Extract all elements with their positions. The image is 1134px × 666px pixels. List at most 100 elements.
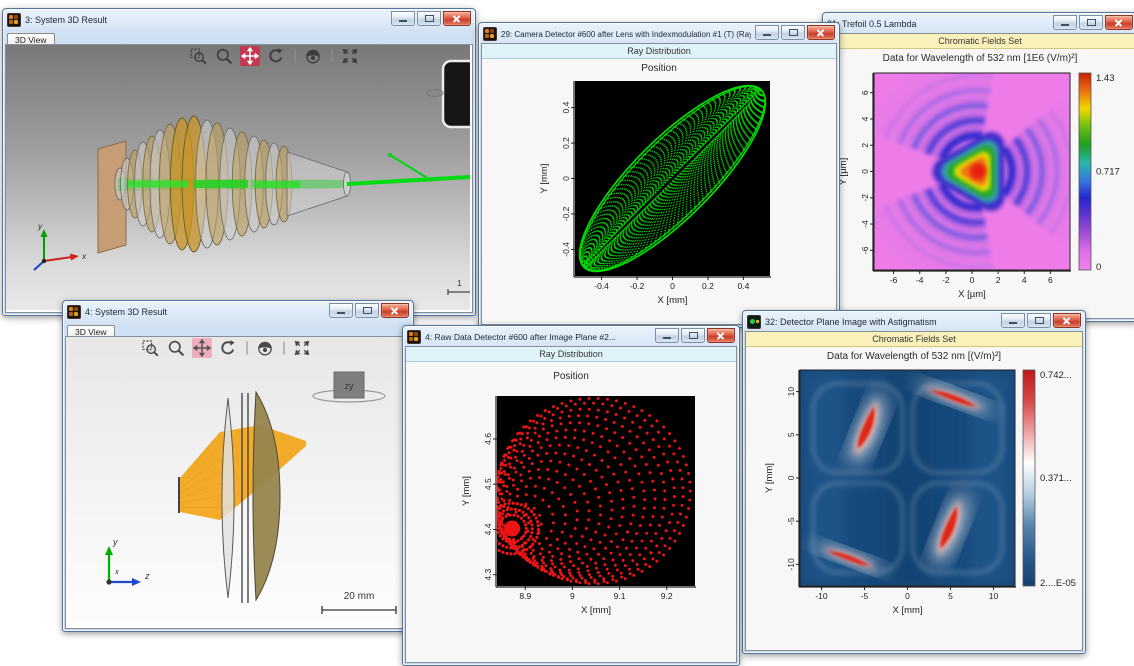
titlebar[interactable]: 31: Trefoil 0.5 Lambda xyxy=(825,15,1134,33)
view-icon[interactable] xyxy=(303,46,323,66)
colorbar xyxy=(1023,370,1035,586)
svg-text:X [µm]: X [µm] xyxy=(958,289,986,300)
window-raw-data-detector-4: 4: Raw Data Detector #600 after Image Pl… xyxy=(402,325,740,666)
close-button[interactable] xyxy=(443,11,471,26)
svg-text:x: x xyxy=(81,251,87,261)
window-title: 31: Trefoil 0.5 Lambda xyxy=(827,19,1049,29)
svg-text:X [mm]: X [mm] xyxy=(657,295,687,306)
view-icon[interactable] xyxy=(255,338,275,358)
close-button[interactable] xyxy=(1105,15,1133,30)
svg-text:9: 9 xyxy=(570,591,575,601)
minimize-button[interactable] xyxy=(1053,15,1077,30)
minimize-button[interactable] xyxy=(655,328,679,343)
zoom-window-icon[interactable] xyxy=(140,338,160,358)
window-title: 3: System 3D Result xyxy=(25,15,387,25)
titlebar[interactable]: 32: Detector Plane Image with Astigmatis… xyxy=(745,313,1083,331)
svg-text:4.6: 4.6 xyxy=(483,433,493,445)
svg-text:0: 0 xyxy=(970,275,975,285)
maximize-button[interactable] xyxy=(681,328,705,343)
zoom-icon[interactable] xyxy=(214,46,234,66)
plot-title: Position xyxy=(406,371,736,382)
window-title: 4: System 3D Result xyxy=(85,307,325,317)
window-icon xyxy=(483,27,497,41)
svg-text:x: x xyxy=(114,567,119,576)
colorbar-label: 0.371... xyxy=(1040,473,1072,484)
minimize-button[interactable] xyxy=(1001,313,1025,328)
beam-segment xyxy=(128,181,188,188)
svg-text:-0.4: -0.4 xyxy=(594,281,609,291)
pan-icon[interactable] xyxy=(192,338,212,358)
maximize-button[interactable] xyxy=(355,303,379,318)
window-camera-detector-29: 29: Camera Detector #600 after Lens with… xyxy=(478,22,840,328)
rotate-icon[interactable] xyxy=(218,338,238,358)
svg-text:-6: -6 xyxy=(860,246,870,254)
svg-text:4: 4 xyxy=(1022,275,1027,285)
svg-text:4.4: 4.4 xyxy=(483,523,493,535)
colorbar-label: 2....E-05 xyxy=(1040,578,1076,589)
maximize-button[interactable] xyxy=(1079,15,1103,30)
svg-text:-2: -2 xyxy=(860,194,870,202)
toolbar-separator xyxy=(329,46,334,66)
zoom-icon[interactable] xyxy=(166,338,186,358)
svg-text:0.4: 0.4 xyxy=(737,281,749,291)
zoom-window-icon[interactable] xyxy=(188,46,208,66)
titlebar[interactable]: 3: System 3D Result xyxy=(5,11,473,29)
titlebar[interactable]: 29: Camera Detector #600 after Lens with… xyxy=(481,25,837,43)
svg-text:-6: -6 xyxy=(890,275,898,285)
svg-text:-2: -2 xyxy=(942,275,950,285)
colorbar-label: 0.717 xyxy=(1096,167,1120,178)
svg-text:-4: -4 xyxy=(916,275,924,285)
plot-area: Position 8.999.19.24.34.44.54.6X [mm]Y [… xyxy=(406,362,736,662)
pan-icon[interactable] xyxy=(240,46,260,66)
svg-text:0: 0 xyxy=(786,475,796,480)
svg-text:10: 10 xyxy=(989,591,999,601)
window-detector-plane-32: 32: Detector Plane Image with Astigmatis… xyxy=(742,310,1086,654)
svg-text:-5: -5 xyxy=(861,591,869,601)
minimize-button[interactable] xyxy=(329,303,353,318)
astigmatism-heatmap: -10-50510-10-50510X [mm]Y [mm]0.742...0.… xyxy=(746,347,1080,649)
beam-segment xyxy=(254,181,300,188)
window-title: 4: Raw Data Detector #600 after Image Pl… xyxy=(425,332,651,342)
fit-icon[interactable] xyxy=(292,338,312,358)
window-icon xyxy=(407,330,421,344)
close-button[interactable] xyxy=(1053,313,1081,328)
tab-row: 3D View xyxy=(5,29,473,44)
svg-text:5: 5 xyxy=(948,591,953,601)
close-button[interactable] xyxy=(807,25,835,40)
maximize-button[interactable] xyxy=(1027,313,1051,328)
3d-view-content: zyyzx20 mm xyxy=(65,336,411,629)
desktop: { "page": {"background": "#ffffff"}, "wi… xyxy=(0,0,1134,666)
plot-area: Position -0.4-0.200.20.4-0.4-0.200.20.4X… xyxy=(482,59,836,324)
svg-text:-0.2: -0.2 xyxy=(630,281,645,291)
svg-text:0: 0 xyxy=(561,176,571,181)
close-button[interactable] xyxy=(707,328,735,343)
svg-text:1: 1 xyxy=(457,278,462,288)
toolbar-separator xyxy=(281,338,286,358)
svg-text:0.2: 0.2 xyxy=(561,137,571,149)
colorbar xyxy=(1079,73,1091,270)
maximize-button[interactable] xyxy=(417,11,441,26)
svg-text:X [mm]: X [mm] xyxy=(581,605,611,616)
minimize-button[interactable] xyxy=(755,25,779,40)
svg-text:y: y xyxy=(37,221,43,231)
toolbar-separator xyxy=(292,46,297,66)
plot-area: Data for Wavelength of 532 nm [1E6 (V/m)… xyxy=(826,49,1134,318)
view-cube xyxy=(443,61,470,127)
fit-icon[interactable] xyxy=(340,46,360,66)
window-icon xyxy=(67,305,81,319)
svg-text:-4: -4 xyxy=(860,220,870,228)
close-button[interactable] xyxy=(381,303,409,318)
window-icon xyxy=(747,315,761,329)
titlebar[interactable]: 4: Raw Data Detector #600 after Image Pl… xyxy=(405,328,737,346)
3d-scene: y x 1 xyxy=(6,45,470,310)
minimize-button[interactable] xyxy=(391,11,415,26)
titlebar[interactable]: 4: System 3D Result xyxy=(65,303,411,321)
toolbar-separator xyxy=(244,338,249,358)
svg-text:X [mm]: X [mm] xyxy=(892,605,922,616)
svg-text:0.2: 0.2 xyxy=(702,281,714,291)
window-title: 32: Detector Plane Image with Astigmatis… xyxy=(765,317,997,327)
svg-text:0.4: 0.4 xyxy=(561,101,571,113)
svg-text:5: 5 xyxy=(786,432,796,437)
maximize-button[interactable] xyxy=(781,25,805,40)
rotate-icon[interactable] xyxy=(266,46,286,66)
